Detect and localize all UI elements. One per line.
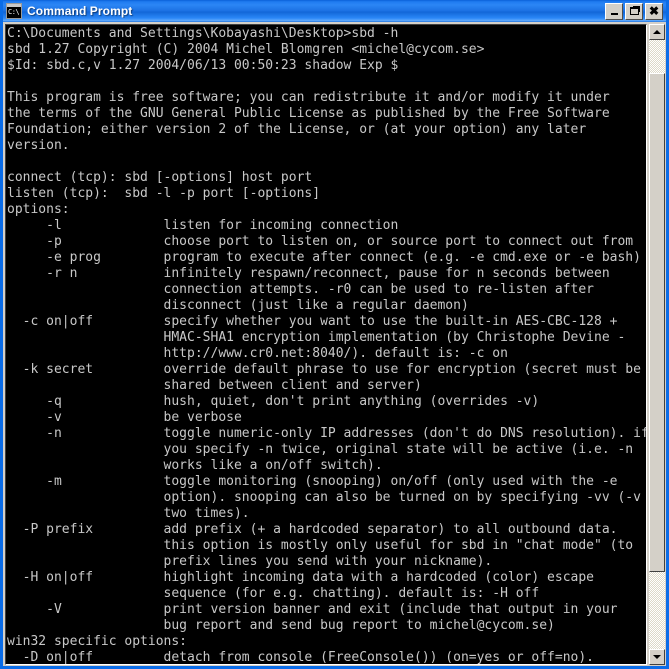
scroll-up-icon <box>653 30 661 34</box>
console-line: works like a on/off switch). <box>7 458 383 473</box>
console-line: -P prefix add prefix (+ a hardcoded sepa… <box>7 522 618 537</box>
close-icon: ✖ <box>648 3 660 18</box>
console-line: connect (tcp): sbd [-options] host port <box>7 170 313 185</box>
console-line: -H on|off highlight incoming data with a… <box>7 570 594 585</box>
console-line: option). snooping can also be turned on … <box>7 490 641 505</box>
icon-prompt-text: C:\ <box>8 8 20 16</box>
console-line: prefix lines you send with your nickname… <box>7 554 493 569</box>
window-title: Command Prompt <box>27 4 133 18</box>
console-output[interactable]: C:\Documents and Settings\Kobayashi\Desk… <box>6 25 646 664</box>
minimize-icon <box>610 13 618 15</box>
console-frame: C:\Documents and Settings\Kobayashi\Desk… <box>5 24 647 665</box>
console-line: connection attempts. -r0 can be used to … <box>7 282 594 297</box>
close-button[interactable]: ✖ <box>645 2 663 20</box>
console-line: the terms of the GNU General Public Lice… <box>7 106 610 121</box>
maximize-button[interactable] <box>625 2 643 20</box>
scroll-down-button[interactable] <box>649 649 665 665</box>
command-prompt-window: C:\ Command Prompt ✖ C:\Documents and Se… <box>0 0 669 669</box>
console-line: shared between client and server) <box>7 378 422 393</box>
console-line: you specify -n twice, original state wil… <box>7 442 634 457</box>
console-line: listen (tcp): sbd -l -p port [-options] <box>7 186 321 201</box>
scrollbar-track-above[interactable] <box>649 40 665 73</box>
console-line: version. <box>7 138 70 153</box>
console-line: this option is mostly only useful for sb… <box>7 538 634 553</box>
console-line: -e prog program to execute after connect… <box>7 250 641 265</box>
console-line: -r n infinitely respawn/reconnect, pause… <box>7 266 610 281</box>
console-line: -D on|off detach from console (FreeConso… <box>7 650 594 664</box>
window-controls: ✖ <box>605 2 664 20</box>
console-line: -V print version banner and exit (includ… <box>7 602 618 617</box>
console-line: options: <box>7 202 70 217</box>
scroll-down-icon <box>653 655 661 659</box>
console-line: -m toggle monitoring (snooping) on/off (… <box>7 474 618 489</box>
console-line: http://www.cr0.net:8040/). default is: -… <box>7 346 508 361</box>
icon-titlebar-stripe <box>7 4 21 7</box>
console-line: HMAC-SHA1 encryption implementation (by … <box>7 330 626 345</box>
console-line: -c on|off specify whether you want to us… <box>7 314 618 329</box>
console-line: This program is free software; you can r… <box>7 90 610 105</box>
console-line: bug report and send bug report to michel… <box>7 618 555 633</box>
console-line: sequence (for e.g. chatting). default is… <box>7 586 540 601</box>
maximize-icon <box>629 6 640 15</box>
command-prompt-icon[interactable]: C:\ <box>6 3 22 19</box>
console-line: $Id: sbd.c,v 1.27 2004/06/13 00:50:23 sh… <box>7 58 399 73</box>
console-line: -l listen for incoming connection <box>7 218 399 233</box>
console-line: C:\Documents and Settings\Kobayashi\Desk… <box>7 26 399 41</box>
vertical-scrollbar[interactable] <box>649 24 665 665</box>
console-line: disconnect (just like a regular daemon) <box>7 298 469 313</box>
console-line: -q hush, quiet, don't print anything (ov… <box>7 394 540 409</box>
console-line: Foundation; either version 2 of the Lice… <box>7 122 587 137</box>
scrollbar-track-below[interactable] <box>649 572 665 649</box>
window-client-area: C:\Documents and Settings\Kobayashi\Desk… <box>3 22 666 666</box>
console-line: -v be verbose <box>7 410 242 425</box>
title-bar[interactable]: C:\ Command Prompt ✖ <box>3 0 666 22</box>
console-line: -p choose port to listen on, or source p… <box>7 234 634 249</box>
console-line: -n toggle numeric-only IP addresses (don… <box>7 426 646 441</box>
scrollbar-thumb[interactable] <box>649 73 665 572</box>
minimize-button[interactable] <box>605 2 623 20</box>
console-line: two times). <box>7 506 250 521</box>
scroll-up-button[interactable] <box>649 24 665 40</box>
console-line: -k secret override default phrase to use… <box>7 362 641 377</box>
console-line: sbd 1.27 Copyright (C) 2004 Michel Blomg… <box>7 42 485 57</box>
console-line: win32 specific options: <box>7 634 188 649</box>
